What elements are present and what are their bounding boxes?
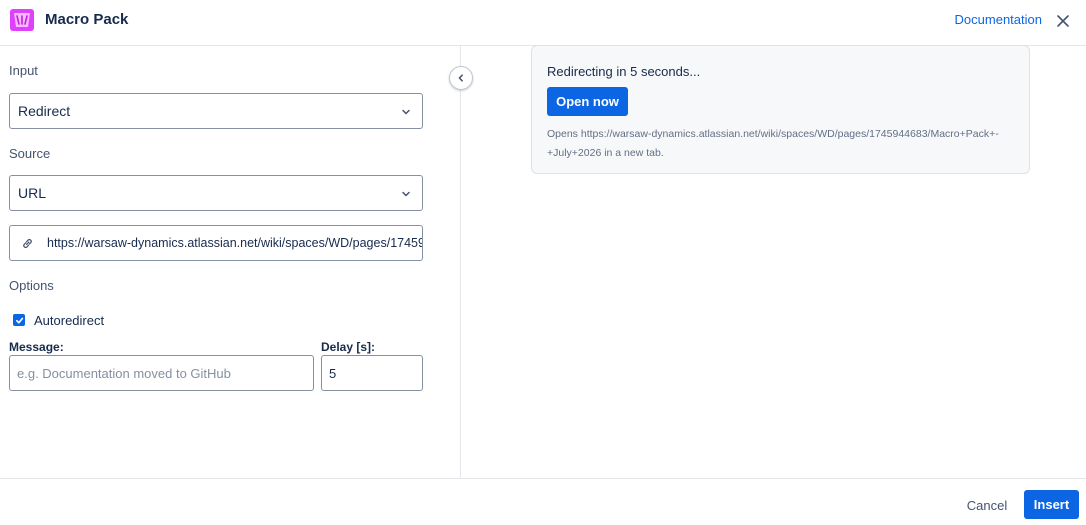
insert-button[interactable]: Insert bbox=[1024, 490, 1079, 519]
redirect-message: Redirecting in 5 seconds... bbox=[547, 64, 701, 79]
chevron-down-icon bbox=[402, 191, 410, 197]
chevron-down-icon bbox=[402, 109, 410, 115]
macro-pack-logo-icon bbox=[10, 9, 34, 31]
delay-input[interactable] bbox=[322, 356, 422, 390]
autoredirect-label: Autoredirect bbox=[34, 312, 105, 328]
opens-url-text: Opens https://warsaw-dynamics.atlassian.… bbox=[547, 128, 999, 159]
message-input[interactable] bbox=[10, 356, 313, 390]
autoredirect-row[interactable]: Autoredirect bbox=[13, 312, 104, 328]
close-icon bbox=[1057, 15, 1069, 27]
url-field[interactable] bbox=[9, 225, 423, 261]
link-icon bbox=[23, 239, 32, 248]
footer: Cancel Insert bbox=[0, 478, 1086, 525]
chevron-left-icon bbox=[458, 74, 463, 82]
cancel-button[interactable]: Cancel bbox=[959, 491, 1015, 519]
input-select[interactable]: Redirect bbox=[9, 93, 423, 129]
close-button[interactable] bbox=[1052, 10, 1074, 32]
config-panel: Input Redirect Source URL Options Autore… bbox=[0, 46, 461, 478]
documentation-link[interactable]: Documentation bbox=[955, 12, 1042, 27]
source-label: Source bbox=[9, 146, 51, 161]
source-select-value: URL bbox=[18, 185, 47, 201]
message-label: Message: bbox=[9, 340, 64, 354]
delay-label: Delay [s]: bbox=[321, 340, 376, 354]
redirect-preview-card: Redirecting in 5 seconds... Open now Ope… bbox=[531, 45, 1030, 174]
app-title: Macro Pack bbox=[45, 11, 129, 28]
input-label: Input bbox=[9, 63, 38, 78]
header: Macro Pack Documentation bbox=[0, 0, 1086, 46]
message-field[interactable] bbox=[9, 355, 314, 391]
url-input[interactable] bbox=[47, 226, 422, 260]
source-select[interactable]: URL bbox=[9, 175, 423, 211]
delay-field[interactable] bbox=[321, 355, 423, 391]
checkmark-icon bbox=[15, 317, 23, 323]
collapse-panel-button[interactable] bbox=[449, 66, 473, 90]
open-now-button[interactable]: Open now bbox=[547, 87, 628, 116]
options-label: Options bbox=[9, 278, 54, 293]
autoredirect-checkbox[interactable] bbox=[13, 314, 25, 326]
input-select-value: Redirect bbox=[18, 103, 71, 119]
